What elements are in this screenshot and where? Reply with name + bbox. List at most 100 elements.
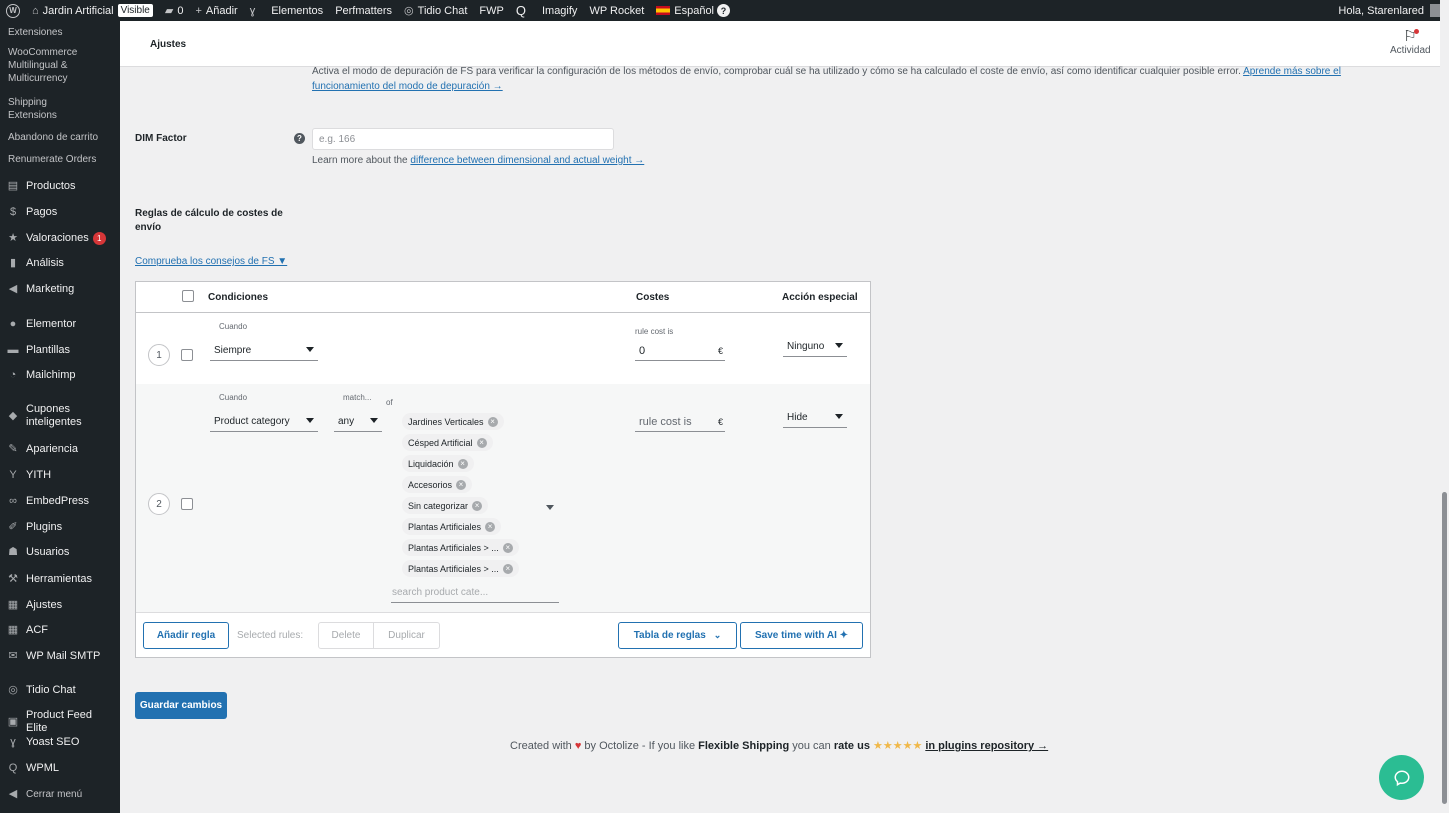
adminbar-item-wprocket[interactable]: WP Rocket [583,0,650,21]
menu-usuarios[interactable]: ☗ Usuarios [0,545,75,559]
category-chip[interactable]: Liquidación × [402,455,474,472]
menu-wpml[interactable]: Q WPML [0,761,65,775]
remove-icon[interactable]: × [457,458,468,469]
help-icon: ? [717,4,731,17]
adminbar-item-elementos[interactable]: Elementos [265,0,329,21]
menu-product-feed-elite[interactable]: ▣ Product Feed Elite [0,709,120,735]
menu-label: Pagos [26,205,58,218]
help-icon[interactable]: ? [294,133,305,144]
rules-table-button[interactable]: Tabla de reglas ⌄ [618,622,737,649]
submenu-abandono-carrito[interactable]: Abandono de carrito [0,128,106,147]
select-all-checkbox[interactable] [182,290,194,302]
delete-button[interactable]: Delete [318,622,374,649]
credits-plugin-name: Flexible Shipping [698,740,790,752]
category-chip[interactable]: Sin categorizar × [402,497,489,514]
chevron-down-icon[interactable] [546,505,554,510]
category-chip[interactable]: Accesorios × [402,476,473,493]
submenu-extensiones[interactable]: Extensiones [0,23,70,42]
rule-cost-input[interactable]: 0 € [635,341,725,361]
mailchimp-icon: ◔ [9,368,17,381]
submenu-renumerate-orders[interactable]: Renumerate Orders [0,150,104,169]
menu-pagos[interactable]: $ Pagos [0,205,63,219]
remove-icon[interactable]: × [456,479,467,490]
menu-yith[interactable]: Y YITH [0,468,57,482]
tag-icon: ◆ [8,409,18,422]
adminbar-item-wpml[interactable]: Q [510,0,536,21]
save-changes-button[interactable]: Guardar cambios [135,692,227,719]
rule-checkbox[interactable] [181,349,193,361]
menu-yoast-seo[interactable]: ɣ Yoast SEO [0,735,85,749]
special-action-select[interactable]: Ninguno [783,337,847,357]
activity-button[interactable]: ⚐ Actividad [1390,29,1431,57]
menu-cupones-inteligentes[interactable]: ◆ Cupones inteligentes [0,403,110,429]
menu-herramientas[interactable]: ⚒ Herramientas [0,572,98,586]
submenu-shipping-extensions[interactable]: Shipping Extensions [0,93,80,125]
category-chip[interactable]: Plantas Artificiales × [402,518,502,535]
menu-label: ACF [26,623,48,636]
chat-widget-button[interactable] [1379,755,1424,800]
category-chip[interactable]: Plantas Artificiales > ... × [402,560,519,577]
dim-help-prefix: Learn more about the [312,155,408,166]
adminbar-item-perfmatters[interactable]: Perfmatters [329,0,398,21]
scrollbar-thumb[interactable] [1442,492,1447,804]
special-action-select[interactable]: Hide [783,408,847,428]
adminbar-item-fwp[interactable]: FWP [473,0,509,21]
credits-rate: rate us [833,740,870,752]
remove-icon[interactable]: × [487,416,498,427]
menu-wp-mail-smtp[interactable]: ✉ WP Mail SMTP [0,649,106,663]
category-chip[interactable]: Jardines Verticales × [402,413,504,430]
menu-tidio-chat[interactable]: ◎ Tidio Chat [0,683,82,697]
menu-productos[interactable]: ▤ Productos [0,179,82,193]
collapse-menu-button[interactable]: ◀ Cerrar menú [0,787,88,801]
category-chip[interactable]: Césped Artificial × [402,434,493,451]
duplicate-button[interactable]: Duplicar [373,622,440,649]
match-select[interactable]: any [334,412,382,432]
menu-plugins[interactable]: ✐ Plugins [0,520,68,534]
menu-valoraciones[interactable]: ★ Valoraciones 1 [0,231,112,245]
menu-analisis[interactable]: ▮ Análisis [0,256,70,270]
rule-checkbox[interactable] [181,498,193,510]
add-rule-button[interactable]: Añadir regla [143,622,229,649]
remove-icon[interactable]: × [485,521,496,532]
menu-acf[interactable]: ▦ ACF [0,623,54,637]
yoast-menu[interactable]: ɣ [244,0,266,21]
fs-tips-link[interactable]: Comprueba los consejos de FS ▼ [135,256,287,267]
site-name-link[interactable]: ⌂ Jardin Artificial Visible [26,0,159,21]
yoast-icon: ɣ [10,735,16,748]
remove-icon[interactable]: × [502,542,513,553]
category-chip[interactable]: Plantas Artificiales > ... × [402,539,519,556]
menu-mailchimp[interactable]: ◔ Mailchimp [0,368,82,382]
my-account-menu[interactable]: Hola, Starenlared [1332,0,1449,21]
wpml-icon: Q [8,761,18,774]
add-new-label: Añadir [205,4,238,17]
wordpress-logo-button[interactable]: W [0,0,26,21]
when-label: Cuando [219,322,248,331]
menu-elementor[interactable]: ● Elementor [0,317,82,331]
save-time-ai-button[interactable]: Save time with AI ✦ [740,622,863,649]
menu-ajustes[interactable]: ▦ Ajustes [0,598,68,612]
category-search-input[interactable]: search product cate... [391,583,559,603]
page-scrollbar[interactable] [1440,0,1449,813]
conditions-header: Condiciones [208,292,269,303]
adminbar-item-tidio[interactable]: ◎ Tidio Chat [398,0,473,21]
rule-cost-input[interactable]: rule cost is € [635,412,725,432]
remove-icon[interactable]: × [476,437,487,448]
remove-icon[interactable]: × [502,563,513,574]
dimensional-weight-link[interactable]: difference between dimensional and actua… [410,155,644,166]
add-new-menu[interactable]: + Añadir [189,0,243,21]
remove-icon[interactable]: × [472,500,483,511]
submenu-woocommerce-multilingual[interactable]: WooCommerce Multilingual & Multicurrency [0,43,110,88]
menu-apariencia[interactable]: ✎ Apariencia [0,442,84,456]
comments-link[interactable]: ▰ 0 [159,0,190,21]
user-icon: ☗ [8,545,18,558]
rate-plugin-link[interactable]: ★★★★★ in plugins repository → [873,740,1048,752]
language-switcher[interactable]: Español ? [650,0,736,21]
condition-select[interactable]: Siempre [210,341,318,361]
menu-marketing[interactable]: ◀ Marketing [0,282,80,296]
rating-stars: ★★★★★ [873,740,923,752]
dim-factor-input[interactable]: e.g. 166 [312,128,614,150]
adminbar-item-imagify[interactable]: Imagify [536,0,583,21]
menu-embedpress[interactable]: ∞ EmbedPress [0,494,95,508]
menu-plantillas[interactable]: ▬ Plantillas [0,343,76,357]
condition-select[interactable]: Product category [210,412,318,432]
